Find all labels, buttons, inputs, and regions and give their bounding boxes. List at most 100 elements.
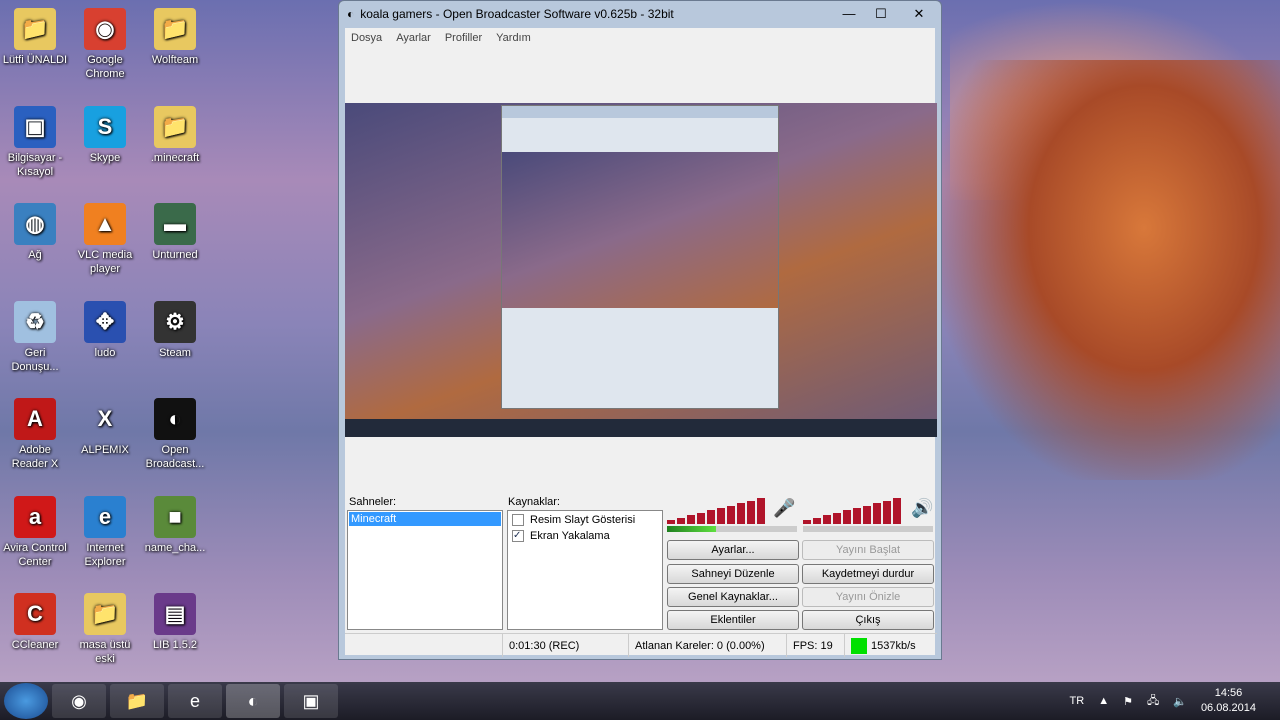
start-button[interactable]	[4, 683, 48, 719]
wallpaper-rocks	[940, 60, 1280, 480]
desktop-icon[interactable]: A Adobe Reader X	[0, 398, 70, 471]
desktop-icon[interactable]: 📁 masa üstü eski	[70, 593, 140, 666]
exit-button[interactable]: Çıkış	[802, 610, 934, 630]
desktop-icon[interactable]: a Avira Control Center	[0, 495, 70, 569]
menu-file[interactable]: Dosya	[351, 32, 382, 44]
desktop-icon[interactable]: 📁 Wolfteam	[140, 8, 210, 67]
desktop-icon[interactable]: ◉ Google Chrome	[70, 8, 140, 81]
level-bar	[677, 517, 685, 524]
desktop-icon[interactable]: ▬ Unturned	[140, 203, 210, 262]
desktop-icon-label: ludo	[94, 346, 116, 359]
desktop-icon[interactable]: S Skype	[70, 105, 140, 165]
desktop-icon[interactable]: C CCleaner	[0, 593, 70, 652]
source-name: Resim Slayt Gösterisi	[530, 514, 636, 526]
taskbar-ie-icon[interactable]: e	[168, 684, 222, 718]
desktop-icon-label: Skype	[89, 151, 121, 164]
desktop-icon-label: masa üstü eski	[79, 639, 131, 665]
bitrate: 1537kb/s	[871, 639, 916, 652]
checkbox[interactable]	[512, 514, 524, 526]
desktop-icon[interactable]: 📁 .minecraft	[140, 105, 210, 165]
preview-stream-button[interactable]: Yayını Önizle	[802, 587, 934, 607]
network-icon[interactable]: 🖧	[1147, 692, 1159, 711]
scenes-label: Sahneler:	[349, 496, 397, 508]
app-icon: ⚙	[154, 300, 196, 343]
desktop-level-bars	[803, 498, 901, 524]
taskbar-obs-icon[interactable]: ◐	[226, 684, 280, 718]
desktop-icon[interactable]: ▲ VLC media player	[70, 203, 140, 276]
app-icon: ♻	[14, 300, 56, 343]
desktop-icon-label: Wolfteam	[151, 54, 199, 66]
desktop-icon[interactable]: ✥ ludo	[70, 300, 140, 360]
desktop-icon-label: Bilgisayar - Kısayol	[7, 151, 63, 178]
source-item[interactable]: Resim Slayt Gösterisi	[508, 511, 662, 529]
title-bar[interactable]: ◐ koala gamers - Open Broadcaster Softwa…	[339, 1, 941, 27]
desktop-icon[interactable]: ▤ LIB 1.5.2	[140, 593, 210, 652]
desktop-icon[interactable]: 📁 Lütfi ÜNALDI	[0, 8, 70, 67]
app-icon: 📁	[84, 593, 126, 635]
recording-time: 0:01:30 (REC)	[503, 634, 629, 657]
desktop-icon[interactable]: ▣ Bilgisayar - Kısayol	[0, 105, 70, 179]
desktop-icon[interactable]: ◐ Open Broadcast...	[140, 398, 210, 471]
mic-level-bars	[667, 498, 765, 524]
desktop-icon-label: Geri Donuşu...	[11, 346, 59, 373]
desktop-icon[interactable]: ♻ Geri Donuşu...	[0, 300, 70, 374]
edit-scene-button[interactable]: Sahneyi Düzenle	[667, 564, 799, 584]
clock-date: 06.08.2014	[1200, 702, 1256, 714]
desktop-icon-label: name_cha...	[144, 541, 206, 554]
desktop-icon-label: ALPEMIX	[81, 444, 129, 456]
source-item[interactable]: ✓ Ekran Yakalama	[508, 529, 662, 543]
speaker-icon[interactable]: 🔊	[911, 498, 933, 519]
app-icon: ▤	[154, 593, 196, 635]
app-icon: C	[14, 593, 56, 635]
stop-recording-button[interactable]: Kaydetmeyi durdur	[802, 564, 934, 584]
language-indicator[interactable]: TR	[1070, 695, 1085, 707]
level-bar	[667, 520, 675, 524]
menu-profiles[interactable]: Profiller	[445, 32, 482, 44]
volume-icon[interactable]: 🔈	[1173, 695, 1187, 708]
desktop-icon-label: Unturned	[152, 249, 198, 261]
global-sources-button[interactable]: Genel Kaynaklar...	[667, 587, 799, 607]
mic-meter	[667, 526, 797, 532]
scene-item[interactable]: Minecraft	[349, 512, 501, 526]
desktop-icon[interactable]: e Internet Explorer	[70, 495, 140, 569]
level-bar	[697, 512, 705, 524]
settings-button[interactable]: Ayarlar...	[667, 540, 799, 560]
plugins-button[interactable]: Eklentiler	[667, 610, 799, 630]
clock[interactable]: 14:56 06.08.2014	[1201, 686, 1256, 716]
level-bar	[833, 512, 841, 524]
scenes-list[interactable]: Minecraft	[347, 510, 503, 630]
desktop-icon-label: Steam	[159, 346, 191, 359]
dropped-frames: Atlanan Kareler: 0 (0.00%)	[629, 634, 787, 657]
level-bar	[757, 498, 765, 524]
show-hidden-icons[interactable]: ▲	[1098, 695, 1109, 707]
desktop-icon[interactable]: ■ name_cha...	[140, 495, 210, 555]
app-icon: ▣	[14, 105, 56, 148]
menu-settings[interactable]: Ayarlar	[396, 32, 431, 44]
maximize-button[interactable]: ☐	[865, 6, 897, 22]
menu-help[interactable]: Yardım	[496, 32, 531, 44]
level-bar	[863, 505, 871, 524]
app-icon: 📁	[154, 8, 196, 50]
taskbar-chrome-icon[interactable]: ◉	[52, 684, 106, 718]
app-icon: A	[14, 398, 56, 440]
taskbar-remote-icon[interactable]: ▣	[284, 684, 338, 718]
desktop-icon[interactable]: ⚙ Steam	[140, 300, 210, 360]
app-icon: 📁	[14, 8, 56, 50]
obs-icon: ◐	[347, 7, 355, 21]
status-bar: 0:01:30 (REC) Atlanan Kareler: 0 (0.00%)…	[345, 633, 937, 657]
microphone-icon[interactable]: 🎤	[773, 498, 795, 519]
start-stream-button[interactable]: Yayını Başlat	[802, 540, 934, 560]
taskbar-explorer-icon[interactable]: 📁	[110, 684, 164, 718]
sources-label: Kaynaklar:	[508, 496, 560, 508]
action-center-flag-icon[interactable]: ⚑	[1123, 695, 1133, 708]
close-button[interactable]: ✕	[897, 6, 941, 22]
desktop-icon[interactable]: ◍ Ağ	[0, 203, 70, 262]
level-bar	[883, 500, 891, 524]
level-bar	[873, 503, 881, 524]
sources-list[interactable]: Resim Slayt Gösterisi ✓ Ekran Yakalama	[507, 510, 663, 630]
minimize-button[interactable]: —	[833, 6, 865, 22]
checkbox-checked[interactable]: ✓	[512, 530, 524, 542]
desktop-icon[interactable]: X ALPEMIX	[70, 398, 140, 457]
level-bar	[823, 515, 831, 524]
level-bar	[843, 510, 851, 524]
